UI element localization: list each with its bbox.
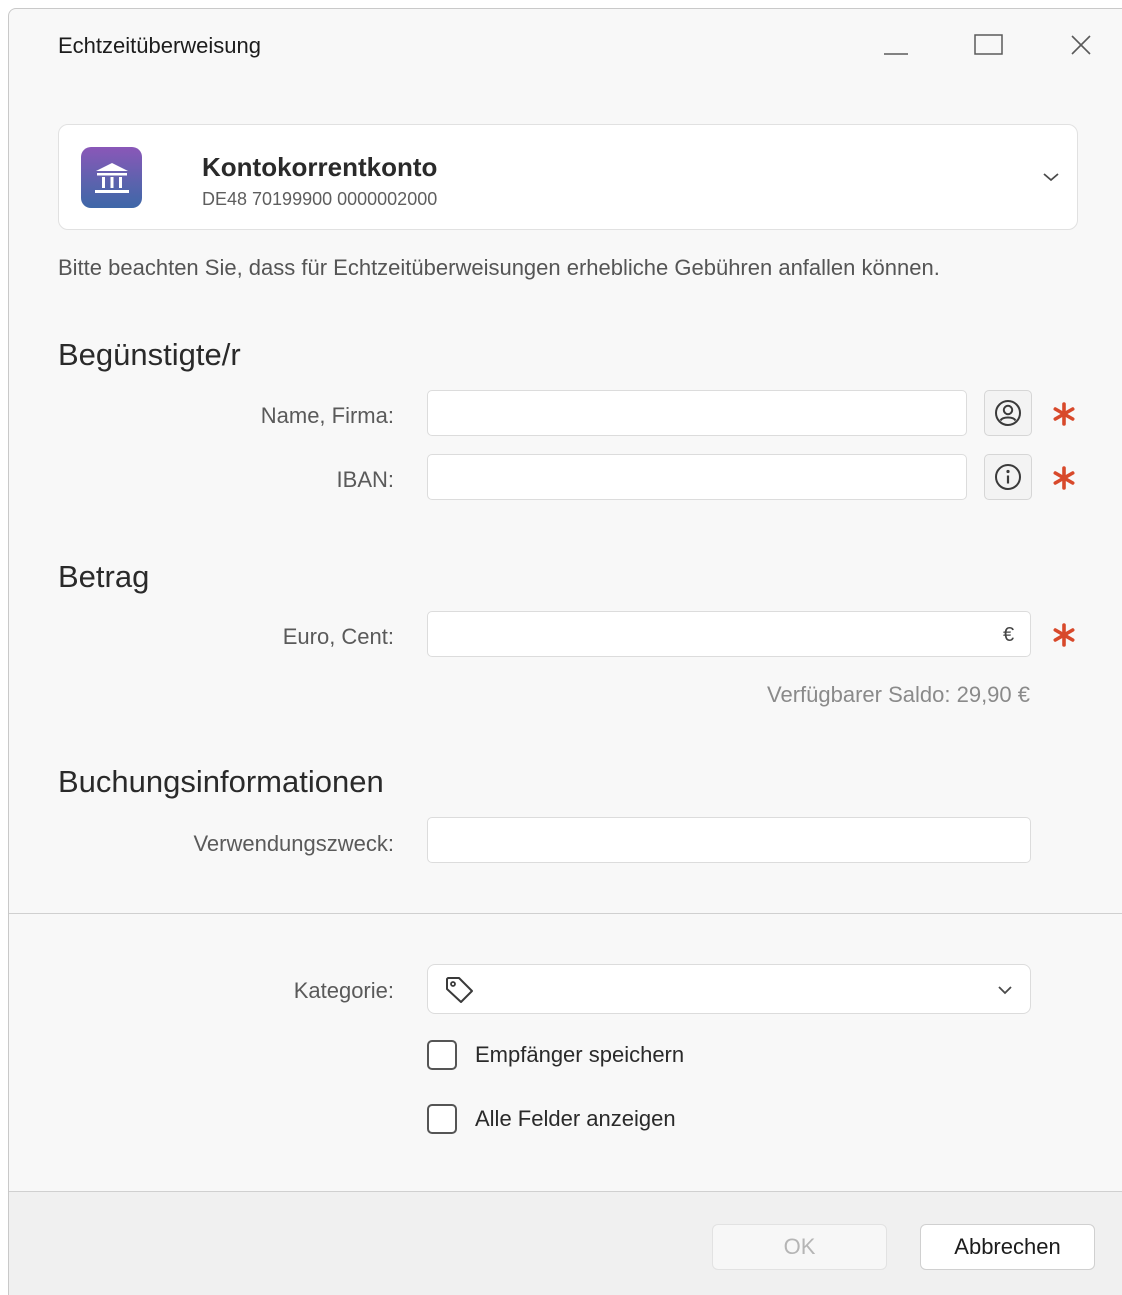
minimize-icon (884, 53, 908, 55)
name-input[interactable] (427, 390, 967, 436)
cancel-button[interactable]: Abbrechen (920, 1224, 1095, 1270)
save-recipient-label: Empfänger speichern (475, 1042, 685, 1067)
show-all-fields-checkbox[interactable] (427, 1104, 457, 1134)
iban-info-button[interactable] (984, 454, 1032, 500)
asterisk-icon (1053, 466, 1075, 490)
category-select[interactable] (427, 964, 1031, 1014)
close-button[interactable] (1051, 23, 1111, 67)
fee-notice: Bitte beachten Sie, dass für Echtzeitübe… (58, 255, 940, 280)
chevron-down-icon (992, 977, 1018, 1003)
amount-label: Euro, Cent: (282, 624, 394, 649)
show-all-fields-option[interactable]: Alle Felder anzeigen (427, 1102, 676, 1136)
required-marker (1051, 465, 1077, 491)
account-name: Kontokorrentkonto (202, 152, 438, 182)
iban-input[interactable] (427, 454, 967, 500)
window-title: Echtzeitüberweisung (58, 33, 262, 58)
ok-button[interactable]: OK (712, 1224, 887, 1270)
info-icon (995, 464, 1021, 490)
tag-icon (446, 977, 473, 1003)
show-all-fields-label: Alle Felder anzeigen (475, 1106, 676, 1131)
save-recipient-option[interactable]: Empfänger speichern (427, 1038, 684, 1072)
minimize-button[interactable] (866, 23, 926, 67)
account-iban: DE48 70199900 0000002000 (202, 189, 438, 209)
available-balance: Verfügbarer Saldo: 29,90 € (767, 682, 1030, 707)
transfer-dialog: Echtzeitüberweisung Kontokorrentkonto DE… (8, 8, 1122, 1295)
required-marker (1051, 401, 1077, 427)
section-divider (9, 913, 1122, 914)
amount-section-title: Betrag (58, 559, 150, 594)
title-bar: Echtzeitüberweisung (9, 9, 1122, 81)
category-label: Kategorie: (293, 978, 394, 1003)
maximize-icon (974, 34, 1003, 55)
asterisk-icon (1053, 402, 1075, 426)
contact-picker-button[interactable] (984, 390, 1032, 436)
bank-icon (81, 147, 142, 208)
currency-symbol: € (1003, 624, 1015, 646)
required-marker (1051, 622, 1077, 648)
asterisk-icon (1053, 623, 1075, 647)
purpose-input[interactable] (427, 817, 1031, 863)
close-icon (1071, 35, 1091, 55)
booking-section-title: Buchungsinformationen (58, 764, 384, 799)
contact-icon (995, 400, 1021, 426)
account-selector[interactable]: Kontokorrentkonto DE48 70199900 00000020… (58, 124, 1078, 230)
maximize-button[interactable] (959, 23, 1019, 67)
chevron-down-icon[interactable] (1037, 163, 1065, 191)
save-recipient-checkbox[interactable] (427, 1040, 457, 1070)
beneficiary-section-title: Begünstigte/r (58, 337, 241, 372)
dialog-footer: OK Abbrechen (9, 1191, 1122, 1295)
name-label: Name, Firma: (260, 403, 394, 428)
amount-input[interactable] (427, 611, 1031, 657)
purpose-label: Verwendungszweck: (193, 831, 394, 856)
iban-label: IBAN: (336, 467, 394, 492)
